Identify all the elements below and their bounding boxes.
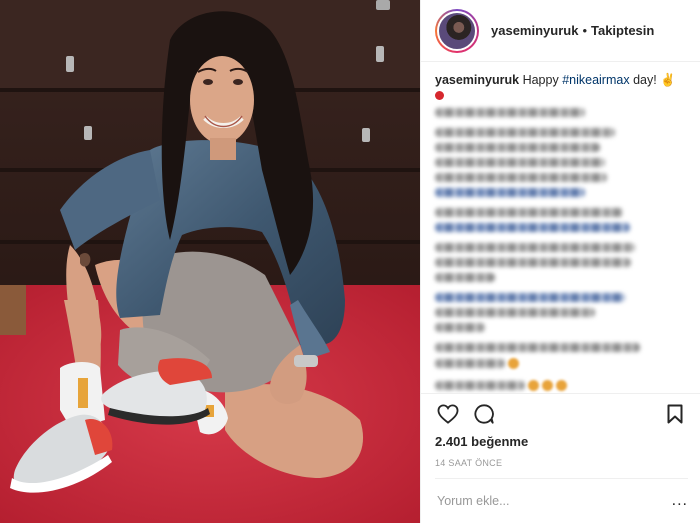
- caption-text-after: day! ✌: [633, 73, 676, 87]
- emoji-icon: [556, 380, 567, 391]
- caption: yaseminyuruk Happy #nikeairmax day! ✌: [435, 72, 688, 100]
- comment-item: [435, 380, 688, 391]
- comment-form: ...: [435, 478, 688, 523]
- post-side-panel: yaseminyuruk • Takiptesin yaseminyuruk H…: [420, 0, 700, 523]
- post-photo-illustration: [0, 0, 420, 523]
- comment-item: [435, 208, 688, 232]
- caption-hashtag-link[interactable]: #nikeairmax: [562, 73, 629, 87]
- caption-username[interactable]: yaseminyuruk: [435, 73, 519, 87]
- comment-input[interactable]: [435, 493, 659, 509]
- header-username[interactable]: yaseminyuruk: [491, 23, 578, 38]
- like-button[interactable]: [435, 401, 461, 427]
- avatar-image: [437, 10, 477, 51]
- instagram-post: yaseminyuruk • Takiptesin yaseminyuruk H…: [0, 0, 700, 523]
- heart-icon: [437, 404, 459, 424]
- save-button[interactable]: [662, 401, 688, 427]
- post-footer: 2.401 beğenme 14 SAAT ÖNCE ...: [421, 393, 700, 523]
- comment-icon: [474, 404, 494, 424]
- bookmark-icon: [667, 404, 683, 424]
- comment-item: [435, 108, 688, 117]
- likes-count[interactable]: 2.401 beğenme: [435, 434, 688, 449]
- more-options-button[interactable]: ...: [672, 492, 688, 510]
- follow-status-button[interactable]: Takiptesin: [591, 23, 654, 38]
- comment-item: [435, 243, 688, 282]
- comment-item: [435, 343, 688, 369]
- post-photo[interactable]: [0, 0, 420, 523]
- caption-text-before: Happy: [522, 73, 559, 87]
- post-header: yaseminyuruk • Takiptesin: [421, 0, 700, 62]
- post-timestamp[interactable]: 14 SAAT ÖNCE: [435, 458, 688, 468]
- comment-button[interactable]: [471, 401, 497, 427]
- header-separator: •: [582, 23, 587, 38]
- avatar[interactable]: [435, 8, 479, 53]
- comments-section: yaseminyuruk Happy #nikeairmax day! ✌: [421, 62, 700, 393]
- pin-emoji-icon: [435, 91, 444, 100]
- comment-item: [435, 293, 688, 332]
- header-text: yaseminyuruk • Takiptesin: [491, 23, 654, 38]
- emoji-icon: [508, 358, 519, 369]
- action-bar: [435, 394, 688, 434]
- comment-item: [435, 128, 688, 197]
- emoji-icon: [542, 380, 553, 391]
- emoji-icon: [528, 380, 539, 391]
